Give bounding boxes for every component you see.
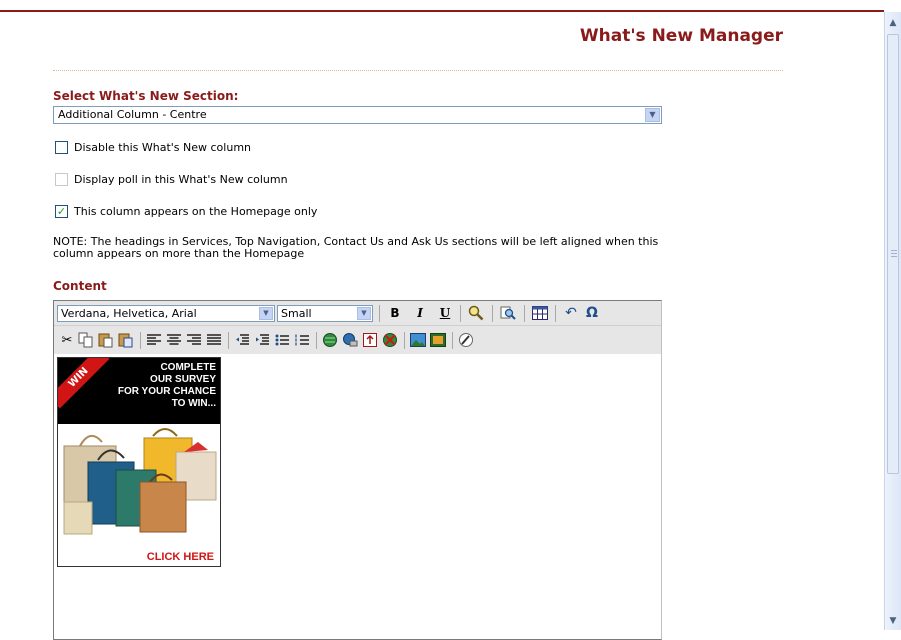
homepage-only-option[interactable]: ✓ This column appears on the Homepage on… bbox=[55, 205, 317, 218]
paste-word-icon[interactable] bbox=[116, 330, 136, 350]
font-family-value: Verdana, Helvetica, Arial bbox=[61, 307, 197, 320]
paste-icon[interactable] bbox=[96, 330, 116, 350]
upload-icon[interactable] bbox=[360, 330, 380, 350]
edit-source-icon[interactable] bbox=[456, 330, 476, 350]
toolbar-separator bbox=[555, 305, 556, 322]
banner-line: FOR YOUR CHANCE bbox=[117, 386, 216, 397]
gallery-icon[interactable] bbox=[428, 330, 448, 350]
replace-icon[interactable] bbox=[498, 303, 518, 323]
toolbar-separator bbox=[379, 305, 380, 322]
top-divider bbox=[0, 10, 884, 12]
toolbar-separator bbox=[492, 305, 493, 322]
anchor-icon[interactable] bbox=[340, 330, 360, 350]
page-title: What's New Manager bbox=[579, 26, 783, 46]
editor-toolbar-bottom: ✂ bbox=[54, 326, 661, 354]
indent-icon[interactable] bbox=[252, 330, 272, 350]
homepage-only-checkbox[interactable]: ✓ bbox=[55, 205, 68, 218]
banner-cta[interactable]: CLICK HERE bbox=[147, 551, 214, 563]
vertical-scrollbar[interactable]: ▲ ▼ bbox=[884, 12, 901, 630]
toolbar-separator bbox=[140, 332, 141, 349]
unlink-icon[interactable] bbox=[380, 330, 400, 350]
cut-icon[interactable]: ✂ bbox=[57, 330, 77, 350]
banner-line: OUR SURVEY bbox=[150, 374, 216, 385]
section-select[interactable]: Additional Column - Centre ▼ bbox=[53, 106, 662, 124]
table-icon[interactable] bbox=[530, 303, 550, 323]
content-label: Content bbox=[53, 279, 107, 293]
display-poll-option[interactable]: Display poll in this What's New column bbox=[55, 173, 288, 186]
section-select-value: Additional Column - Centre bbox=[58, 108, 207, 121]
toolbar-separator bbox=[452, 332, 453, 349]
font-size-select[interactable]: Small ▼ bbox=[277, 305, 373, 322]
section-select-label: Select What's New Section: bbox=[53, 89, 239, 103]
survey-banner[interactable]: WIN COMPLETE OUR SURVEY FOR YOUR CHANCE … bbox=[57, 357, 221, 567]
scroll-thumb[interactable] bbox=[887, 34, 899, 474]
italic-icon[interactable]: I bbox=[410, 303, 430, 323]
note-text: NOTE: The headings in Services, Top Navi… bbox=[53, 235, 659, 260]
toolbar-separator bbox=[316, 332, 317, 349]
scroll-down-icon[interactable]: ▼ bbox=[885, 614, 901, 628]
image-icon[interactable] bbox=[408, 330, 428, 350]
disable-column-checkbox[interactable] bbox=[55, 141, 68, 154]
justify-icon[interactable] bbox=[204, 330, 224, 350]
font-family-select[interactable]: Verdana, Helvetica, Arial ▼ bbox=[57, 305, 275, 322]
checkmark-icon: ✓ bbox=[56, 205, 67, 218]
display-poll-checkbox[interactable] bbox=[55, 173, 68, 186]
disable-column-option[interactable]: Disable this What's New column bbox=[55, 141, 251, 154]
banner-headline: COMPLETE OUR SURVEY FOR YOUR CHANCE TO W… bbox=[96, 362, 216, 410]
font-size-value: Small bbox=[281, 307, 312, 320]
toolbar-separator bbox=[524, 305, 525, 322]
banner-line: TO WIN... bbox=[171, 398, 216, 409]
chevron-down-icon[interactable]: ▼ bbox=[645, 108, 660, 122]
special-char-icon[interactable]: Ω bbox=[582, 303, 602, 323]
align-left-icon[interactable] bbox=[144, 330, 164, 350]
bold-icon[interactable]: B bbox=[385, 303, 405, 323]
grip-icon bbox=[891, 250, 897, 259]
homepage-only-label: This column appears on the Homepage only bbox=[74, 205, 318, 218]
rich-text-editor[interactable]: Verdana, Helvetica, Arial ▼ Small ▼ B I … bbox=[53, 300, 662, 640]
link-icon[interactable] bbox=[320, 330, 340, 350]
copy-icon[interactable] bbox=[76, 330, 96, 350]
toolbar-separator bbox=[460, 305, 461, 322]
display-poll-label: Display poll in this What's New column bbox=[74, 173, 288, 186]
banner-line: COMPLETE bbox=[160, 362, 216, 373]
editor-content-area[interactable]: WIN COMPLETE OUR SURVEY FOR YOUR CHANCE … bbox=[54, 355, 661, 639]
find-icon[interactable] bbox=[466, 303, 486, 323]
numbered-list-icon[interactable] bbox=[292, 330, 312, 350]
underline-icon[interactable]: U bbox=[435, 303, 455, 323]
align-right-icon[interactable] bbox=[184, 330, 204, 350]
toolbar-separator bbox=[228, 332, 229, 349]
undo-icon[interactable]: ↶ bbox=[561, 303, 581, 323]
align-center-icon[interactable] bbox=[164, 330, 184, 350]
shopping-bags-image bbox=[58, 424, 220, 544]
title-divider bbox=[53, 70, 783, 71]
outdent-icon[interactable] bbox=[232, 330, 252, 350]
editor-toolbar-top: Verdana, Helvetica, Arial ▼ Small ▼ B I … bbox=[54, 301, 661, 326]
toolbar-separator bbox=[404, 332, 405, 349]
banner-header: WIN COMPLETE OUR SURVEY FOR YOUR CHANCE … bbox=[58, 358, 220, 424]
disable-column-label: Disable this What's New column bbox=[74, 141, 252, 154]
chevron-down-icon[interactable]: ▼ bbox=[357, 307, 371, 320]
scroll-up-icon[interactable]: ▲ bbox=[885, 16, 901, 30]
bullet-list-icon[interactable] bbox=[272, 330, 292, 350]
chevron-down-icon[interactable]: ▼ bbox=[259, 307, 273, 320]
